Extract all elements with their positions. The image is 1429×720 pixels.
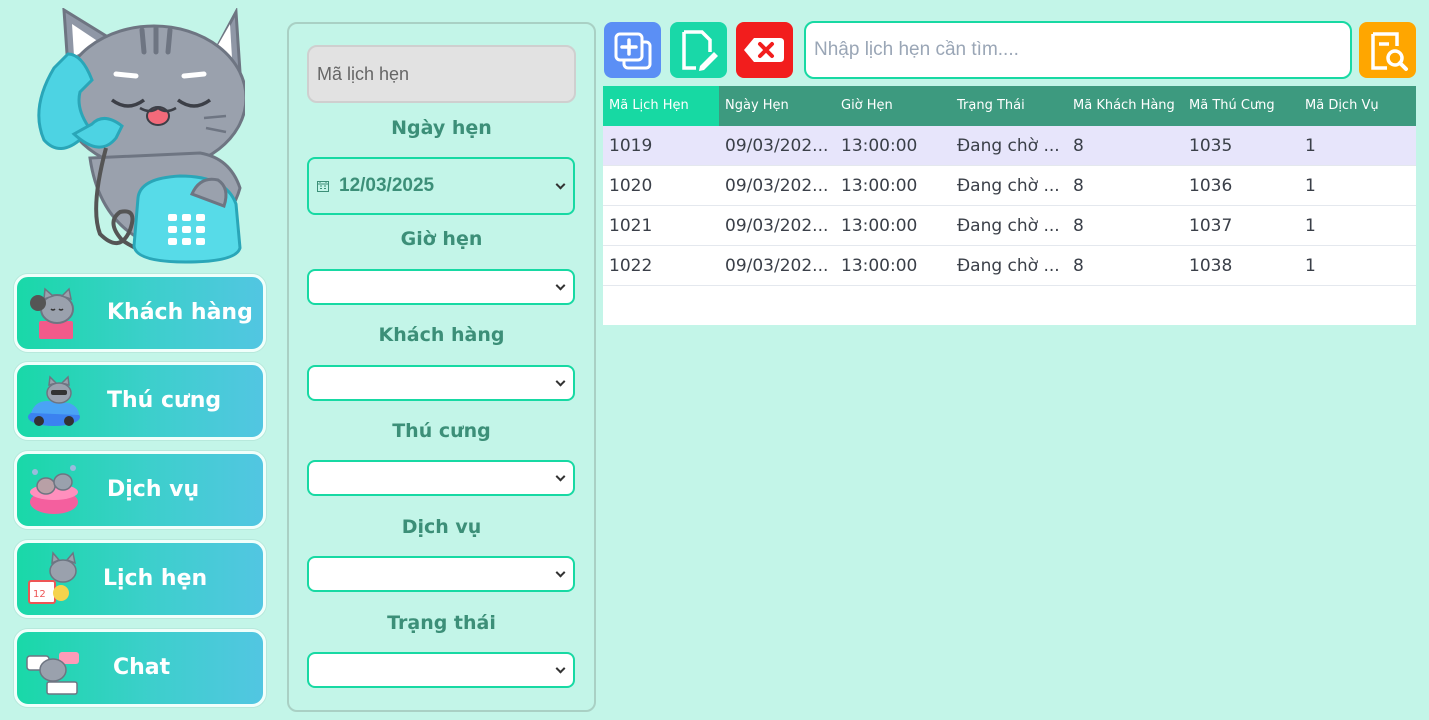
nav-label: Thú cưng bbox=[107, 388, 222, 413]
column-header[interactable]: Giờ Hẹn bbox=[835, 86, 951, 126]
search-document-icon bbox=[1371, 32, 1408, 71]
table-cell: 1 bbox=[1305, 176, 1316, 196]
table-cell: Đang chờ ... bbox=[957, 136, 1060, 156]
edit-document-icon bbox=[682, 30, 718, 71]
table-cell: 8 bbox=[1073, 256, 1084, 276]
table-cell: 1035 bbox=[1189, 136, 1233, 156]
search-button[interactable] bbox=[1359, 22, 1416, 78]
table-cell: 13:00:00 bbox=[841, 136, 918, 156]
time-select[interactable] bbox=[307, 269, 575, 305]
backspace-delete-icon bbox=[744, 38, 784, 62]
cat-bath-icon bbox=[30, 465, 78, 514]
table-cell: Đang chờ ... bbox=[957, 216, 1060, 236]
time-label: Giờ hẹn bbox=[400, 228, 483, 250]
column-header[interactable]: Mã Khách Hàng bbox=[1067, 86, 1183, 126]
table-cell: 09/03/202... bbox=[725, 176, 829, 196]
table-cell: 1019 bbox=[609, 136, 653, 156]
table-cell: 13:00:00 bbox=[841, 176, 918, 196]
table-cell: 8 bbox=[1073, 216, 1084, 236]
svg-text:12: 12 bbox=[33, 589, 46, 600]
column-header[interactable]: Trạng Thái bbox=[951, 86, 1067, 126]
table-cell: 1038 bbox=[1189, 256, 1233, 276]
nav-label: Lịch hẹn bbox=[103, 566, 208, 591]
status-select[interactable] bbox=[307, 652, 575, 688]
table-cell: 8 bbox=[1073, 136, 1084, 156]
table-cell: 09/03/202... bbox=[725, 136, 829, 156]
nav-label: Chat bbox=[113, 655, 171, 680]
chevron-down-icon bbox=[555, 663, 566, 674]
cat-calendar-icon: 12 bbox=[28, 551, 77, 604]
nav-label: Khách hàng bbox=[107, 300, 253, 325]
table-cell: 1 bbox=[1305, 256, 1316, 276]
column-header[interactable]: Mã Lịch Hẹn bbox=[603, 86, 719, 126]
edit-button[interactable] bbox=[670, 22, 727, 78]
table-cell: 1021 bbox=[609, 216, 653, 236]
chevron-down-icon bbox=[555, 471, 566, 482]
table-cell: Đang chờ ... bbox=[957, 176, 1060, 196]
nav-button-khach-hang[interactable]: Khách hàng bbox=[14, 274, 266, 352]
cat-phone-mascot-logo bbox=[37, 8, 245, 264]
table-header: Mã Lịch Hẹn Ngày Hẹn Giờ Hẹn Trạng Thái … bbox=[603, 86, 1416, 126]
nav-button-lich-hen[interactable]: 12 Lịch hẹn bbox=[14, 540, 266, 618]
sidebar: Khách hàng Thú cưng Dịch vụ 12 Lịch hẹn … bbox=[0, 0, 272, 720]
service-label: Dịch vụ bbox=[401, 516, 482, 538]
chevron-down-icon bbox=[555, 376, 566, 387]
table-row[interactable]: 1019 09/03/202... 13:00:00 Đang chờ ... … bbox=[603, 126, 1416, 166]
chevron-down-icon bbox=[555, 280, 566, 291]
customer-label: Khách hàng bbox=[378, 324, 505, 346]
chevron-down-icon bbox=[555, 179, 566, 190]
table-cell: 13:00:00 bbox=[841, 216, 918, 236]
status-label: Trạng thái bbox=[387, 612, 496, 634]
appointment-id-input[interactable]: Mã lịch hẹn bbox=[307, 45, 576, 103]
date-label: Ngày hẹn bbox=[391, 117, 492, 139]
nav-label: Dịch vụ bbox=[107, 477, 200, 502]
table-cell: 09/03/202... bbox=[725, 216, 829, 236]
appointments-table: Mã Lịch Hẹn Ngày Hẹn Giờ Hẹn Trạng Thái … bbox=[603, 86, 1416, 325]
table-cell: 1022 bbox=[609, 256, 653, 276]
add-button[interactable] bbox=[604, 22, 661, 78]
table-cell: 1037 bbox=[1189, 216, 1233, 236]
appointment-form: Mã lịch hẹn Ngày hẹn 12/03/2025 Giờ hẹn … bbox=[287, 22, 596, 712]
cat-car-icon bbox=[28, 375, 80, 426]
table-row[interactable]: 1020 09/03/202... 13:00:00 Đang chờ ... … bbox=[603, 166, 1416, 206]
nav-button-dich-vu[interactable]: Dịch vụ bbox=[14, 451, 266, 529]
table-cell: 1 bbox=[1305, 136, 1316, 156]
table-row[interactable]: 1021 09/03/202... 13:00:00 Đang chờ ... … bbox=[603, 206, 1416, 246]
calendar-icon bbox=[317, 181, 329, 192]
date-picker[interactable]: 12/03/2025 bbox=[307, 157, 575, 215]
table-row[interactable]: 1022 09/03/202... 13:00:00 Đang chờ ... … bbox=[603, 246, 1416, 286]
cat-phone-icon bbox=[30, 287, 74, 339]
add-document-icon bbox=[614, 32, 652, 70]
nav-button-chat[interactable]: Chat bbox=[14, 629, 266, 707]
table-cell: 1036 bbox=[1189, 176, 1233, 196]
table-cell: 8 bbox=[1073, 176, 1084, 196]
nav-button-thu-cung[interactable]: Thú cưng bbox=[14, 362, 266, 440]
table-empty-area bbox=[603, 286, 1416, 325]
table-cell: 1 bbox=[1305, 216, 1316, 236]
date-value: 12/03/2025 bbox=[339, 175, 435, 196]
table-cell: Đang chờ ... bbox=[957, 256, 1060, 276]
search-input[interactable]: Nhập lịch hẹn cần tìm.... bbox=[804, 21, 1352, 79]
cat-chat-icon bbox=[26, 652, 79, 695]
table-cell: 09/03/202... bbox=[725, 256, 829, 276]
column-header[interactable]: Mã Dịch Vụ bbox=[1299, 86, 1416, 126]
pet-label: Thú cưng bbox=[392, 420, 491, 442]
customer-select[interactable] bbox=[307, 365, 575, 401]
chevron-down-icon bbox=[555, 567, 566, 578]
table-cell: 13:00:00 bbox=[841, 256, 918, 276]
column-header[interactable]: Ngày Hẹn bbox=[719, 86, 835, 126]
service-select[interactable] bbox=[307, 556, 575, 592]
delete-button[interactable] bbox=[736, 22, 793, 78]
table-cell: 1020 bbox=[609, 176, 653, 196]
column-header[interactable]: Mã Thú Cưng bbox=[1183, 86, 1299, 126]
pet-select[interactable] bbox=[307, 460, 575, 496]
